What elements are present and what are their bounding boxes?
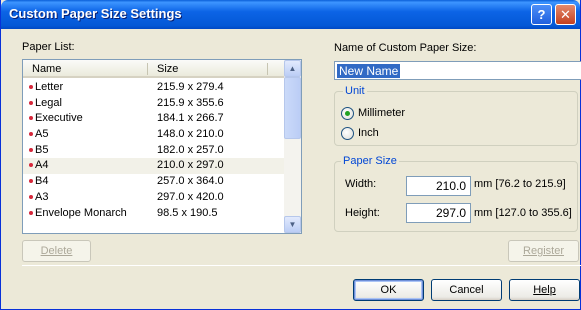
height-range: mm [127.0 to 355.6] — [474, 207, 572, 219]
list-item[interactable]: B4 257.0 x 364.0 — [23, 174, 284, 190]
paper-name: Envelope Monarch — [35, 206, 127, 219]
separator — [22, 265, 581, 266]
paper-name: Executive — [35, 112, 83, 125]
custom-paper-size-dialog: Custom Paper Size Settings ? ✕ Paper Lis… — [0, 0, 581, 310]
height-input[interactable]: 297.0 — [406, 203, 471, 223]
paper-name: A4 — [35, 159, 49, 172]
radio-selected-dot — [345, 111, 350, 116]
bullet-icon — [29, 132, 33, 137]
window-title: Custom Paper Size Settings — [9, 6, 182, 21]
bullet-icon — [29, 116, 33, 121]
paper-size: 210.0 x 297.0 — [157, 159, 224, 172]
title-bar: Custom Paper Size Settings ? ✕ — [1, 0, 580, 29]
list-item[interactable]: Executive 184.1 x 266.7 — [23, 111, 284, 127]
inch-radio[interactable] — [341, 127, 354, 140]
scroll-down-button[interactable]: ▼ — [284, 216, 301, 233]
close-button[interactable]: ✕ — [555, 4, 576, 25]
paper-size: 215.9 x 279.4 — [157, 81, 224, 93]
paper-size: 148.0 x 210.0 — [157, 128, 224, 141]
delete-button-label: Delete — [40, 245, 73, 257]
list-item[interactable]: Legal 215.9 x 355.6 — [23, 96, 284, 112]
help-button-label: Help — [533, 284, 556, 296]
custom-name-label: Name of Custom Paper Size: — [334, 42, 477, 54]
paper-name: A5 — [35, 128, 49, 141]
paper-size: 215.9 x 355.6 — [157, 96, 224, 109]
height-value: 297.0 — [435, 206, 466, 220]
register-button-label: Register — [523, 245, 564, 257]
width-value: 210.0 — [435, 179, 466, 193]
register-button[interactable]: Register — [508, 240, 579, 262]
inch-label[interactable]: Inch — [358, 127, 379, 139]
bullet-icon — [29, 163, 33, 168]
paper-name: A3 — [35, 190, 49, 203]
bullet-icon — [29, 100, 33, 105]
ok-button[interactable]: OK — [353, 279, 424, 301]
bullet-icon — [29, 194, 33, 199]
list-item[interactable]: Envelope Monarch 98.5 x 190.5 — [23, 206, 284, 222]
close-icon: ✕ — [560, 7, 571, 22]
custom-name-input[interactable]: New Name — [334, 61, 581, 80]
bullet-icon — [29, 179, 33, 184]
unit-legend: Unit — [343, 85, 367, 97]
list-item[interactable]: Letter 215.9 x 279.4 — [23, 80, 284, 96]
cancel-button-label: Cancel — [449, 284, 484, 296]
cancel-button[interactable]: Cancel — [431, 279, 502, 301]
delete-button[interactable]: Delete — [22, 240, 91, 262]
column-header-size[interactable]: Size — [157, 63, 178, 75]
paper-name: B5 — [35, 143, 49, 156]
column-divider[interactable] — [267, 63, 268, 75]
paper-size: 184.1 x 266.7 — [157, 112, 224, 125]
custom-name-value: New Name — [337, 64, 401, 78]
paper-size-legend: Paper Size — [341, 155, 399, 167]
list-item-selected[interactable]: A4 210.0 x 297.0 — [23, 158, 284, 175]
ok-button-label: OK — [380, 284, 397, 296]
paper-name: B4 — [35, 175, 49, 188]
chevron-down-icon: ▼ — [288, 220, 297, 229]
width-input[interactable]: 210.0 — [406, 176, 471, 196]
paper-size: 257.0 x 364.0 — [157, 175, 224, 188]
scroll-thumb[interactable] — [284, 77, 301, 139]
unit-group: Unit Millimeter Inch — [334, 85, 578, 146]
column-header-name[interactable]: Name — [32, 63, 61, 75]
height-label: Height: — [345, 207, 380, 219]
paper-size: 297.0 x 420.0 — [157, 190, 224, 203]
paper-size: 182.0 x 257.0 — [157, 143, 224, 156]
bullet-icon — [29, 147, 33, 152]
help-title-button[interactable]: ? — [531, 4, 552, 25]
vertical-scrollbar[interactable]: ▲ ▼ — [284, 60, 301, 233]
millimeter-radio[interactable] — [341, 107, 354, 120]
list-item[interactable]: A3 297.0 x 420.0 — [23, 190, 284, 206]
paper-name: Letter — [35, 81, 64, 93]
paper-name: Legal — [35, 96, 62, 109]
paper-list-rows: Letter 215.9 x 279.4 Legal 215.9 x 355.6 E… — [23, 80, 284, 221]
list-item[interactable]: B5 182.0 x 257.0 — [23, 143, 284, 159]
bullet-icon — [29, 210, 33, 215]
millimeter-label[interactable]: Millimeter — [358, 107, 405, 119]
list-item[interactable]: A5 148.0 x 210.0 — [23, 127, 284, 143]
paper-size-group: Paper Size Width: 210.0 mm [76.2 to 215.… — [334, 155, 578, 232]
paper-size: 98.5 x 190.5 — [157, 206, 218, 219]
question-icon: ? — [537, 7, 546, 22]
paper-list-label: Paper List: — [22, 41, 75, 53]
width-range: mm [76.2 to 215.9] — [474, 178, 566, 190]
paper-list-header: Name Size — [23, 60, 284, 78]
help-button[interactable]: Help — [509, 279, 580, 301]
scroll-up-button[interactable]: ▲ — [284, 60, 301, 77]
width-label: Width: — [345, 178, 377, 190]
chevron-up-icon: ▲ — [288, 64, 297, 73]
paper-list[interactable]: Name Size Letter 215.9 x 279.4 Legal 215.9… — [22, 59, 302, 234]
bullet-icon — [29, 85, 33, 89]
column-divider[interactable] — [147, 63, 148, 75]
